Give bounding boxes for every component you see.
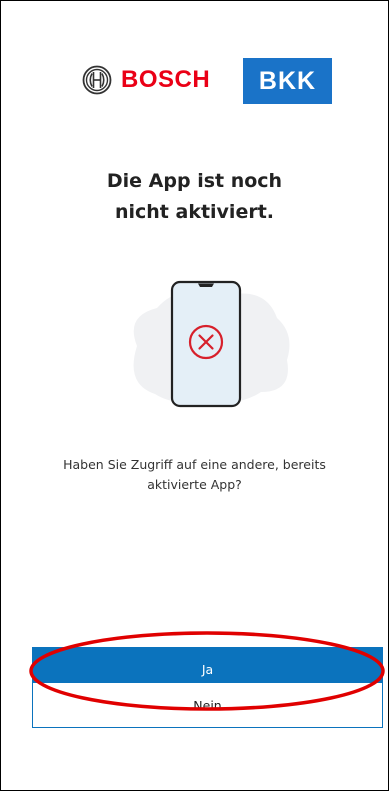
question-line-1: Haben Sie Zugriff auf eine andere, berei… <box>63 457 326 472</box>
page-title: Die App ist noch nicht aktiviert. <box>0 166 389 228</box>
bosch-armature-icon <box>82 65 112 95</box>
page-title-line-1: Die App ist noch <box>106 170 283 192</box>
yes-button-label: Ja <box>201 661 214 677</box>
bkk-logo: BKK <box>243 58 332 104</box>
question-line-2: aktivierte App? <box>147 477 242 492</box>
bkk-logo-text: BKK <box>258 66 317 95</box>
bosch-logo-text: BOSCH <box>121 66 211 93</box>
page-title-line-2: nicht aktiviert. <box>114 201 275 223</box>
no-button[interactable]: Nein <box>32 682 383 728</box>
activation-question: Haben Sie Zugriff auf eine andere, berei… <box>20 455 369 495</box>
no-button-label: Nein <box>193 697 222 713</box>
brand-header: BOSCH BKK <box>0 58 389 104</box>
phone-error-icon <box>133 280 290 408</box>
